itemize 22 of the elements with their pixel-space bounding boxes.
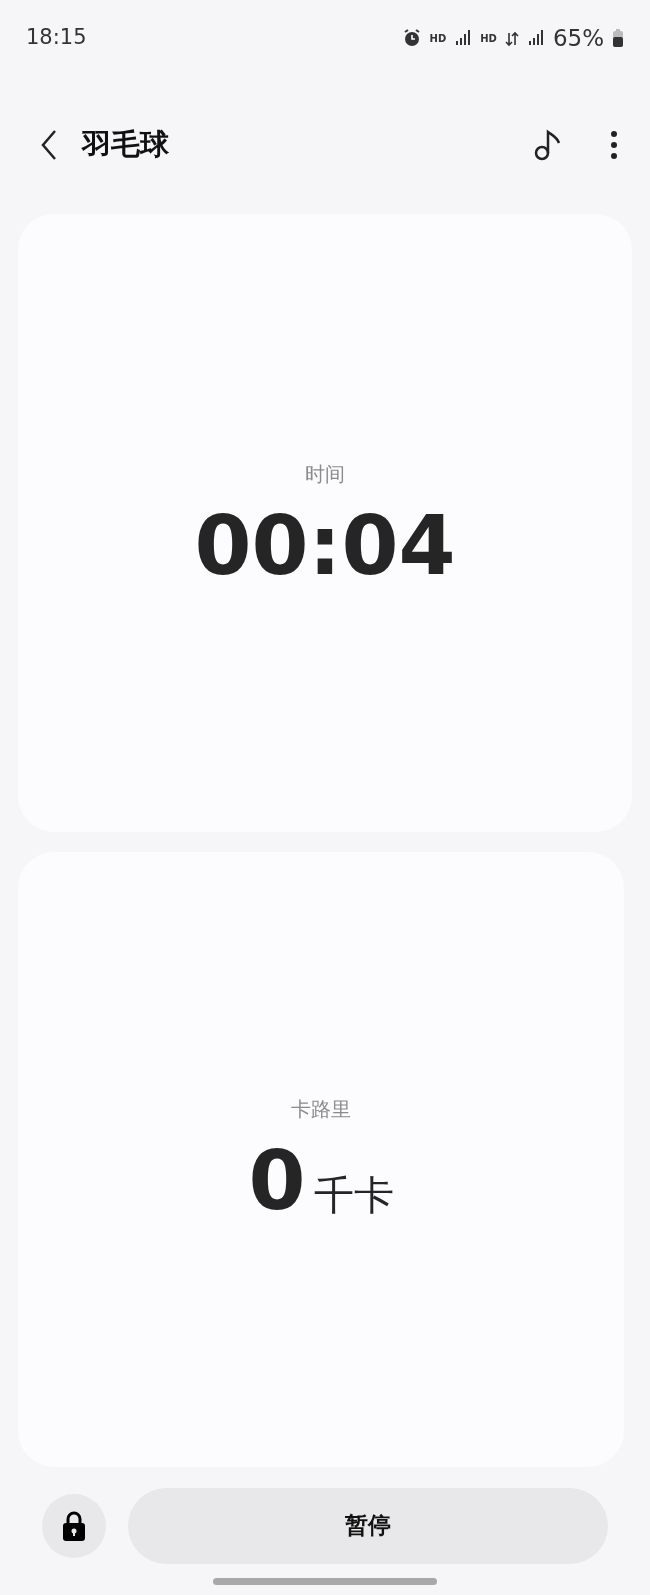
- page-title: 羽毛球: [82, 126, 169, 164]
- music-note-icon: [534, 129, 562, 161]
- back-button[interactable]: [40, 129, 58, 161]
- metric-value: 00:04: [194, 505, 456, 587]
- music-button[interactable]: [534, 129, 562, 161]
- lock-icon: [62, 1509, 86, 1542]
- pause-button[interactable]: 暂停: [128, 1487, 608, 1564]
- back-icon: [40, 129, 58, 161]
- network-label: HD: [480, 31, 497, 46]
- metric-label: 时间: [305, 461, 345, 488]
- signal-icon: [526, 29, 545, 47]
- metric-value: 0: [248, 1140, 306, 1222]
- network-label: HD: [429, 31, 447, 46]
- data-arrows-icon: [504, 29, 519, 47]
- signal-icon: [454, 29, 473, 47]
- battery-icon: [612, 28, 624, 48]
- metric-label: 卡路里: [291, 1096, 351, 1123]
- metric-unit: 千卡: [313, 1171, 394, 1220]
- status-time: 18:15: [26, 24, 87, 52]
- more-options-button[interactable]: [610, 130, 618, 160]
- battery-level: 65%: [552, 23, 604, 53]
- more-icon: [610, 130, 618, 160]
